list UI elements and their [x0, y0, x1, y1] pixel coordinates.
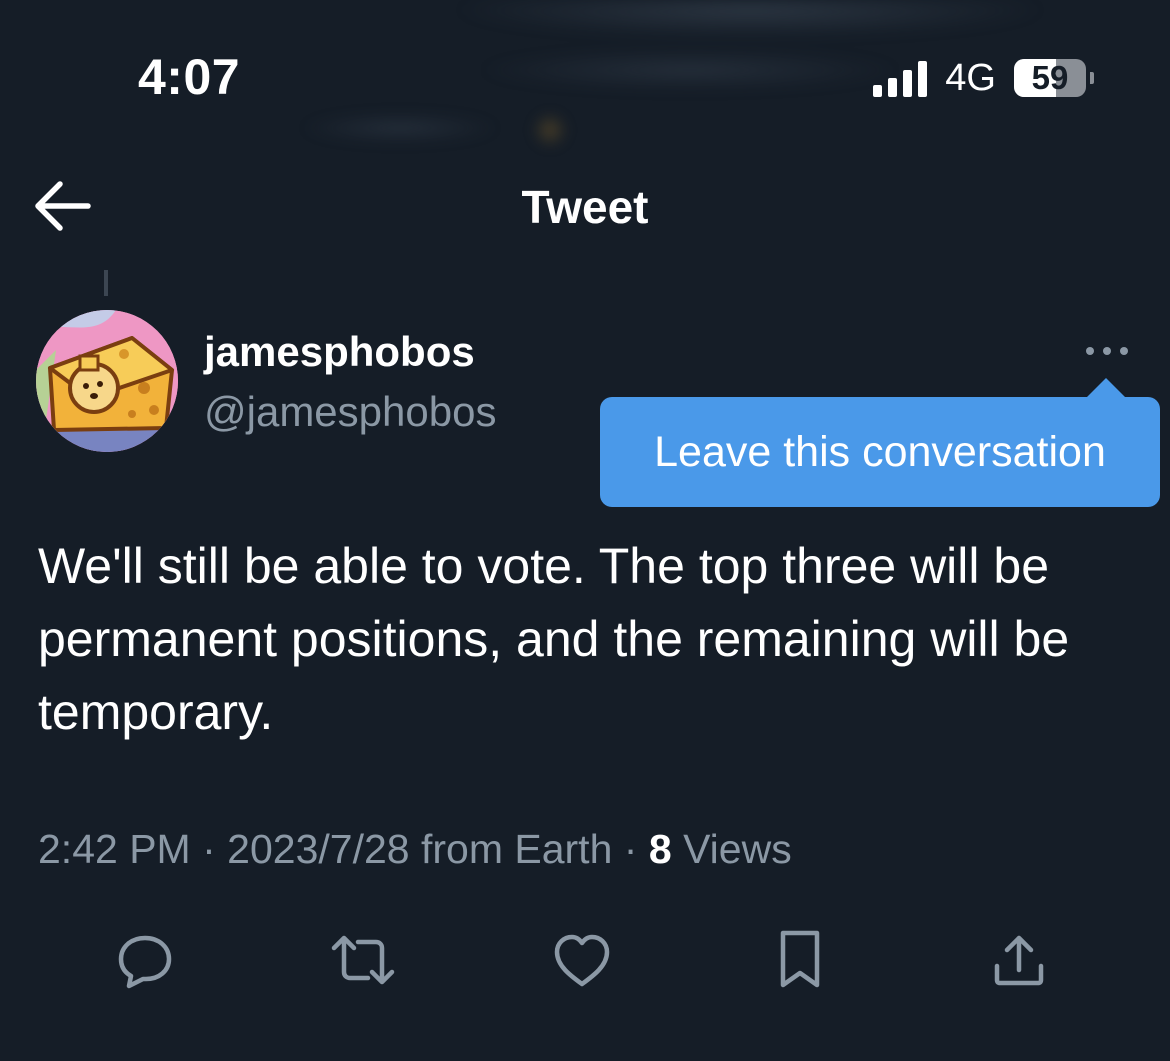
- network-type: 4G: [945, 56, 996, 99]
- tweet-screen: 4:07 4G 59 Tweet jamesphobos @jamesphobo…: [0, 0, 1170, 1061]
- action-bar: [0, 922, 1170, 998]
- retweet-button[interactable]: [325, 922, 401, 998]
- page-title: Tweet: [521, 181, 649, 233]
- reply-button[interactable]: [107, 922, 183, 998]
- views-count[interactable]: 8: [649, 826, 672, 872]
- tweet-source: from Earth: [420, 826, 613, 872]
- cellular-signal-icon: [873, 59, 928, 97]
- like-button[interactable]: [544, 922, 620, 998]
- tweet-meta: 2:42 PM · 2023/7/28 from Earth · 8 Views: [38, 826, 792, 873]
- retweet-icon: [331, 935, 395, 985]
- status-time: 4:07: [138, 49, 241, 105]
- tweet-text: We'll still be able to vote. The top thr…: [38, 538, 1070, 740]
- battery-icon: 59: [1014, 59, 1086, 97]
- reply-icon: [118, 935, 172, 989]
- bookmark-button[interactable]: [762, 922, 838, 998]
- thread-line: [104, 270, 108, 296]
- heart-icon: [554, 934, 610, 987]
- leave-conversation-tooltip[interactable]: Leave this conversation: [600, 397, 1160, 507]
- more-options-button[interactable]: [1080, 336, 1134, 366]
- bookmark-icon: [780, 930, 820, 988]
- tooltip-arrow: [1086, 378, 1126, 398]
- meta-separator: ·: [623, 826, 638, 872]
- display-name[interactable]: jamesphobos: [204, 328, 475, 376]
- battery-nub: [1090, 72, 1094, 84]
- battery-percent: 59: [1031, 59, 1069, 96]
- meta-separator: ·: [202, 826, 216, 872]
- tweet-time: 2:42 PM: [38, 826, 191, 872]
- tooltip-label: Leave this conversation: [654, 427, 1106, 476]
- views-label[interactable]: Views: [683, 826, 792, 872]
- share-icon: [994, 935, 1044, 986]
- tweet-date: 2023/7/28: [227, 826, 410, 872]
- status-indicators: 4G 59: [873, 56, 1094, 100]
- avatar[interactable]: [36, 310, 178, 452]
- cheese-avatar-image: [36, 310, 178, 452]
- more-horizontal-icon: [1086, 347, 1128, 355]
- user-handle[interactable]: @jamesphobos: [204, 388, 496, 436]
- share-button[interactable]: [981, 922, 1057, 998]
